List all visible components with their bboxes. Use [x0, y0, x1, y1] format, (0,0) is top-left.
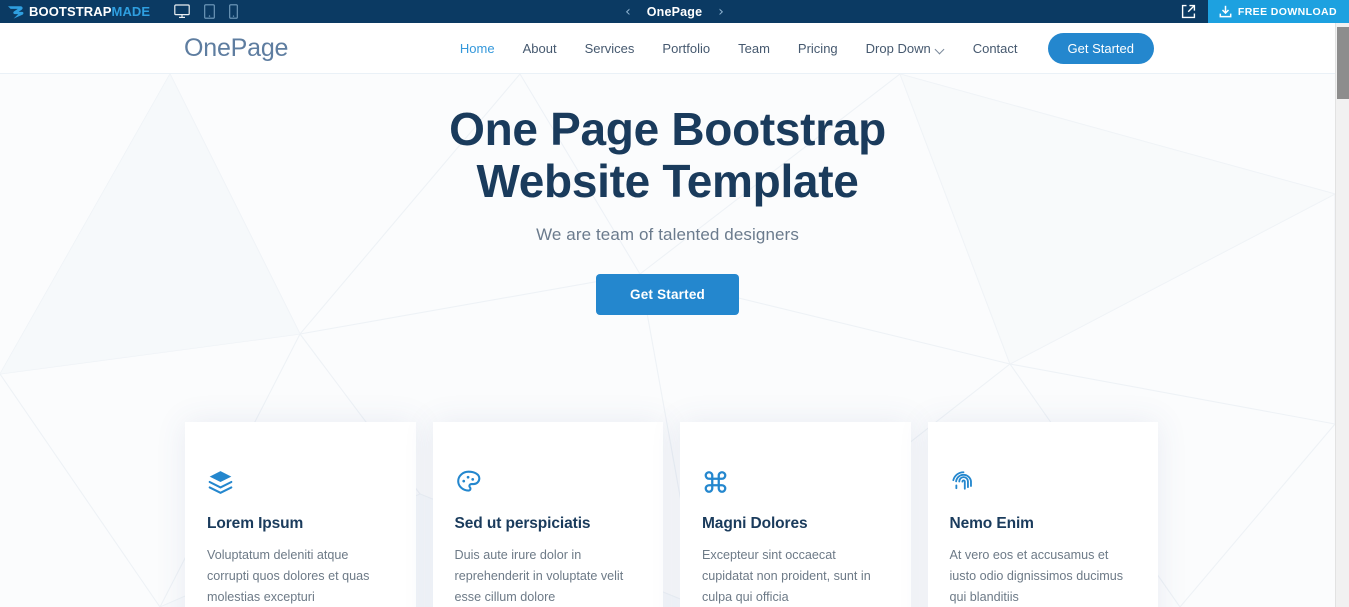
- palette-icon: [456, 470, 480, 492]
- logo-text-light: MADE: [111, 4, 151, 19]
- preview-app: BOOTSTRAPMADE ‹ OnePage › FREE DOWNLOAD …: [0, 0, 1349, 607]
- hero-title-line-1: One Page Bootstrap: [449, 103, 886, 155]
- nav-get-started-button[interactable]: Get Started: [1047, 32, 1154, 64]
- feature-card-title: Sed ut perspiciatis: [454, 515, 591, 532]
- nav-item-services[interactable]: Services: [571, 23, 649, 74]
- hero-title-line-2: Website Template: [476, 155, 859, 208]
- nav-item-pricing[interactable]: Pricing: [784, 23, 852, 74]
- site-brand-logo[interactable]: OnePage: [184, 34, 288, 63]
- external-link-icon: [1182, 4, 1196, 19]
- nav-item-drop-down-label: Drop Down: [865, 40, 931, 56]
- hero-title: One Page Bootstrap Website Template: [308, 103, 1028, 208]
- nav-item-portfolio[interactable]: Portfolio: [648, 23, 724, 74]
- mobile-view-icon[interactable]: [229, 4, 239, 19]
- nav-item-contact[interactable]: Contact: [959, 23, 1032, 74]
- fingerprint-icon: [951, 471, 972, 490]
- next-template-arrow[interactable]: ›: [718, 5, 724, 19]
- scrollbar-thumb[interactable]: [1337, 27, 1349, 99]
- feature-cards-row: Lorem Ipsum Voluptatum deleniti atque co…: [185, 422, 1158, 607]
- nav-item-about[interactable]: About: [509, 23, 571, 74]
- feature-card-title: Magni Dolores: [702, 515, 808, 532]
- template-preview-frame: OnePage Home About Services Portfolio Te…: [0, 23, 1335, 607]
- bootstrapmade-mark-icon: [8, 5, 24, 19]
- desktop-view-icon[interactable]: [174, 4, 191, 19]
- feature-card[interactable]: Magni Dolores Excepteur sint occaecat cu…: [680, 422, 911, 607]
- site-main-nav: Home About Services Portfolio Team Prici…: [446, 23, 1154, 74]
- open-external-button[interactable]: [1170, 0, 1208, 23]
- bootstrapmade-wordmark: BOOTSTRAPMADE: [29, 4, 150, 19]
- hero-get-started-button[interactable]: Get Started: [596, 273, 739, 315]
- command-icon: [704, 471, 727, 493]
- feature-card-text: Excepteur sint occaecat cupidatat non pr…: [702, 548, 871, 604]
- preview-toolbar: BOOTSTRAPMADE ‹ OnePage › FREE DOWNLOAD: [0, 0, 1349, 23]
- preview-toolbar-right: FREE DOWNLOAD: [1170, 0, 1349, 23]
- tablet-view-icon[interactable]: [204, 4, 216, 19]
- hero-content: One Page Bootstrap Website Template We ar…: [0, 74, 1335, 315]
- layers-icon: [208, 471, 233, 494]
- download-icon: [1219, 5, 1232, 18]
- free-download-label: FREE DOWNLOAD: [1237, 5, 1337, 18]
- device-preview-switcher: [174, 4, 239, 19]
- bootstrapmade-logo[interactable]: BOOTSTRAPMADE: [7, 4, 150, 19]
- feature-card[interactable]: Lorem Ipsum Voluptatum deleniti atque co…: [185, 422, 416, 607]
- nav-item-drop-down[interactable]: Drop Down: [852, 23, 959, 74]
- free-download-button[interactable]: FREE DOWNLOAD: [1207, 0, 1349, 23]
- hero-section: One Page Bootstrap Website Template We ar…: [0, 74, 1335, 607]
- feature-card[interactable]: Sed ut perspiciatis Duis aute irure dolo…: [432, 422, 663, 607]
- feature-card-text: Duis aute irure dolor in reprehenderit i…: [454, 548, 624, 604]
- feature-card-text: Voluptatum deleniti atque corrupti quos …: [207, 548, 370, 604]
- preview-template-name: OnePage: [646, 4, 703, 19]
- feature-card-title: Lorem Ipsum: [207, 515, 304, 532]
- nav-item-team[interactable]: Team: [724, 23, 784, 74]
- site-navbar: OnePage Home About Services Portfolio Te…: [0, 23, 1335, 74]
- hero-subtitle: We are team of talented designers: [536, 224, 799, 244]
- feature-card-text: At vero eos et accusamus et iusto odio d…: [949, 548, 1124, 604]
- previous-template-arrow[interactable]: ‹: [625, 5, 631, 19]
- chevron-down-icon: [936, 45, 945, 54]
- feature-card-title: Nemo Enim: [949, 515, 1034, 532]
- logo-text-bold: BOOTSTRAP: [29, 4, 112, 19]
- feature-card[interactable]: Nemo Enim At vero eos et accusamus et iu…: [927, 422, 1158, 607]
- nav-item-home[interactable]: Home: [446, 23, 509, 74]
- page-scrollbar[interactable]: [1335, 23, 1349, 607]
- preview-toolbar-left: BOOTSTRAPMADE: [0, 4, 239, 19]
